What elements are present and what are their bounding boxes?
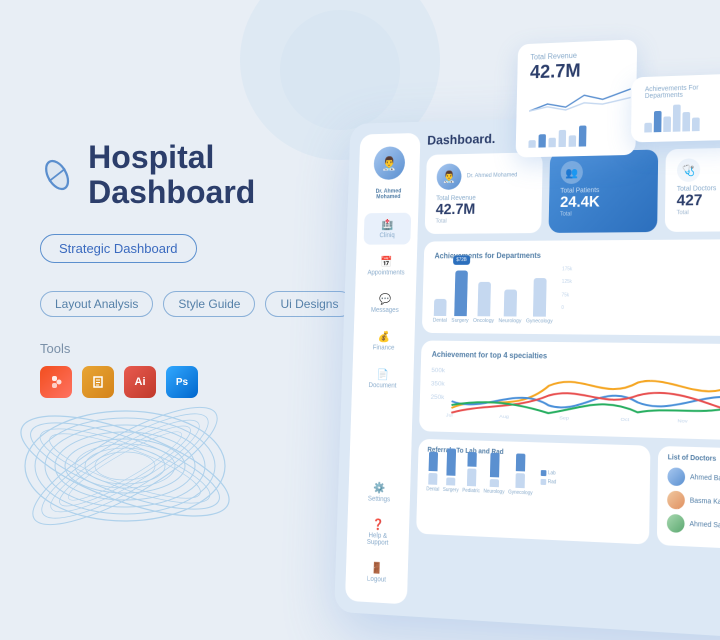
ref-bar-surgery: Surgery bbox=[443, 448, 460, 493]
sidebar-item-cliniq[interactable]: 🏥 Cliniq bbox=[364, 213, 412, 245]
floating-revenue-card: Total Revenue 42.7M bbox=[516, 39, 638, 157]
patients-icon: 👥 bbox=[560, 161, 583, 184]
strategic-dashboard-badge[interactable]: Strategic Dashboard bbox=[40, 234, 197, 263]
patients-stat-card: 👥 Total Patients 24.4K Total bbox=[548, 149, 658, 232]
floating-achievements-label: Achievements For Departments bbox=[645, 84, 720, 100]
ring-decoration bbox=[10, 381, 240, 551]
svg-text:Aug: Aug bbox=[499, 414, 509, 420]
doctors-sub: Total bbox=[676, 209, 720, 216]
sidebar-item-messages[interactable]: 💬 Messages bbox=[361, 287, 409, 319]
ref-bar-dental: Dental bbox=[426, 452, 440, 493]
doctor-item-2: Basma Kassem bbox=[667, 491, 720, 513]
ref-bar-gynecology: Gynecology bbox=[508, 453, 533, 496]
dashboard-card: 👨‍⚕️ Dr. Ahmed Mohamed 🏥 Cliniq 📅 Appoin… bbox=[334, 111, 720, 640]
doctor-name-label: Dr. Ahmed Mohamed bbox=[467, 173, 518, 180]
sidebar-item-logout[interactable]: 🚪 Logout bbox=[352, 555, 401, 591]
doctors-list-title: List of Doctors bbox=[668, 454, 720, 464]
sidebar-item-settings[interactable]: ⚙️ Settings bbox=[355, 475, 403, 510]
revenue-sub: Total bbox=[435, 218, 530, 225]
departments-chart-card: Achievements for Departments Top 4 ▼ Den… bbox=[422, 239, 720, 336]
dashboard-mockup: Total Revenue 42.7M Achievements For Dep… bbox=[303, 25, 720, 544]
specialties-chart-card: Achievement for top 4 specialties 500k 3… bbox=[419, 340, 720, 441]
profile-avatar: 👨‍⚕️ bbox=[436, 163, 461, 190]
svg-text:Jul: Jul bbox=[446, 413, 453, 419]
sidebar-item-document[interactable]: 📄 Document bbox=[359, 362, 407, 395]
db-title: Dashboard. bbox=[427, 131, 495, 148]
layout-analysis-badge[interactable]: Layout Analysis bbox=[40, 291, 153, 317]
db-stats-row: 👨‍⚕️ Dr. Ahmed Mohamed Total Revenue 42.… bbox=[425, 147, 720, 234]
doctor-item-1: Ahmed Baker bbox=[667, 467, 720, 489]
svg-text:500k: 500k bbox=[431, 367, 446, 374]
sidebar-item-finance[interactable]: 💰 Finance bbox=[360, 325, 408, 358]
db-sidebar: 👨‍⚕️ Dr. Ahmed Mohamed 🏥 Cliniq 📅 Appoin… bbox=[345, 133, 421, 605]
patients-value: 24.4K bbox=[560, 193, 646, 212]
bar-oncology: Oncology bbox=[473, 282, 495, 324]
ref-bar-pediatric: Pediatric bbox=[462, 452, 481, 495]
bar-gynecology: Gynecology bbox=[526, 278, 554, 324]
floating-revenue-value: 42.7M bbox=[530, 60, 624, 82]
svg-text:Oct: Oct bbox=[620, 417, 629, 423]
db-main-content: Dashboard. Monthly 👨‍⚕️ Dr. Ahmed Mohame… bbox=[414, 123, 720, 627]
floating-achievements-card: Achievements For Departments bbox=[631, 73, 720, 142]
pill-icon bbox=[40, 156, 74, 194]
style-guide-badge[interactable]: Style Guide bbox=[163, 291, 255, 317]
doctors-stat-card: 🩺 Total Doctors 427 Total bbox=[665, 147, 720, 232]
ref-bar-neurology: Neurology bbox=[483, 452, 505, 495]
bar-dental: Dental bbox=[433, 299, 448, 324]
bar-neurology: Neurology bbox=[498, 290, 522, 325]
doctors-icon: 🩺 bbox=[677, 158, 700, 182]
sidebar-item-help[interactable]: ❓ Help & Support bbox=[354, 511, 403, 553]
doctors-list-card: List of Doctors Ahmed Baker Basma Kassem… bbox=[657, 446, 720, 551]
specialties-chart-title: Achievement for top 4 specialties bbox=[432, 350, 720, 363]
revenue-stat-card: 👨‍⚕️ Dr. Ahmed Mohamed Total Revenue 42.… bbox=[425, 152, 543, 234]
patients-sub: Total bbox=[560, 211, 646, 218]
doctors-value: 427 bbox=[677, 191, 720, 210]
svg-text:Nov: Nov bbox=[677, 418, 688, 424]
bar-surgery: $72B Surgery bbox=[451, 271, 470, 324]
svg-text:Sep: Sep bbox=[559, 416, 569, 422]
db-user-avatar: 👨‍⚕️ bbox=[373, 146, 405, 180]
svg-text:250k: 250k bbox=[431, 394, 446, 401]
revenue-value: 42.7M bbox=[436, 201, 531, 219]
departments-chart-title: Achievements for Departments bbox=[434, 251, 541, 260]
logo-area: Hospital Dashboard bbox=[40, 140, 360, 210]
doctor-item-3: Ahmed Salem bbox=[667, 514, 720, 537]
db-bottom-row: Referrals To Lab and Rad Dental Surgery bbox=[416, 439, 720, 551]
sidebar-item-appointments[interactable]: 📅 Appointments bbox=[362, 250, 410, 282]
svg-text:350k: 350k bbox=[431, 381, 446, 388]
referrals-chart-card: Referrals To Lab and Rad Dental Surgery bbox=[416, 439, 650, 545]
